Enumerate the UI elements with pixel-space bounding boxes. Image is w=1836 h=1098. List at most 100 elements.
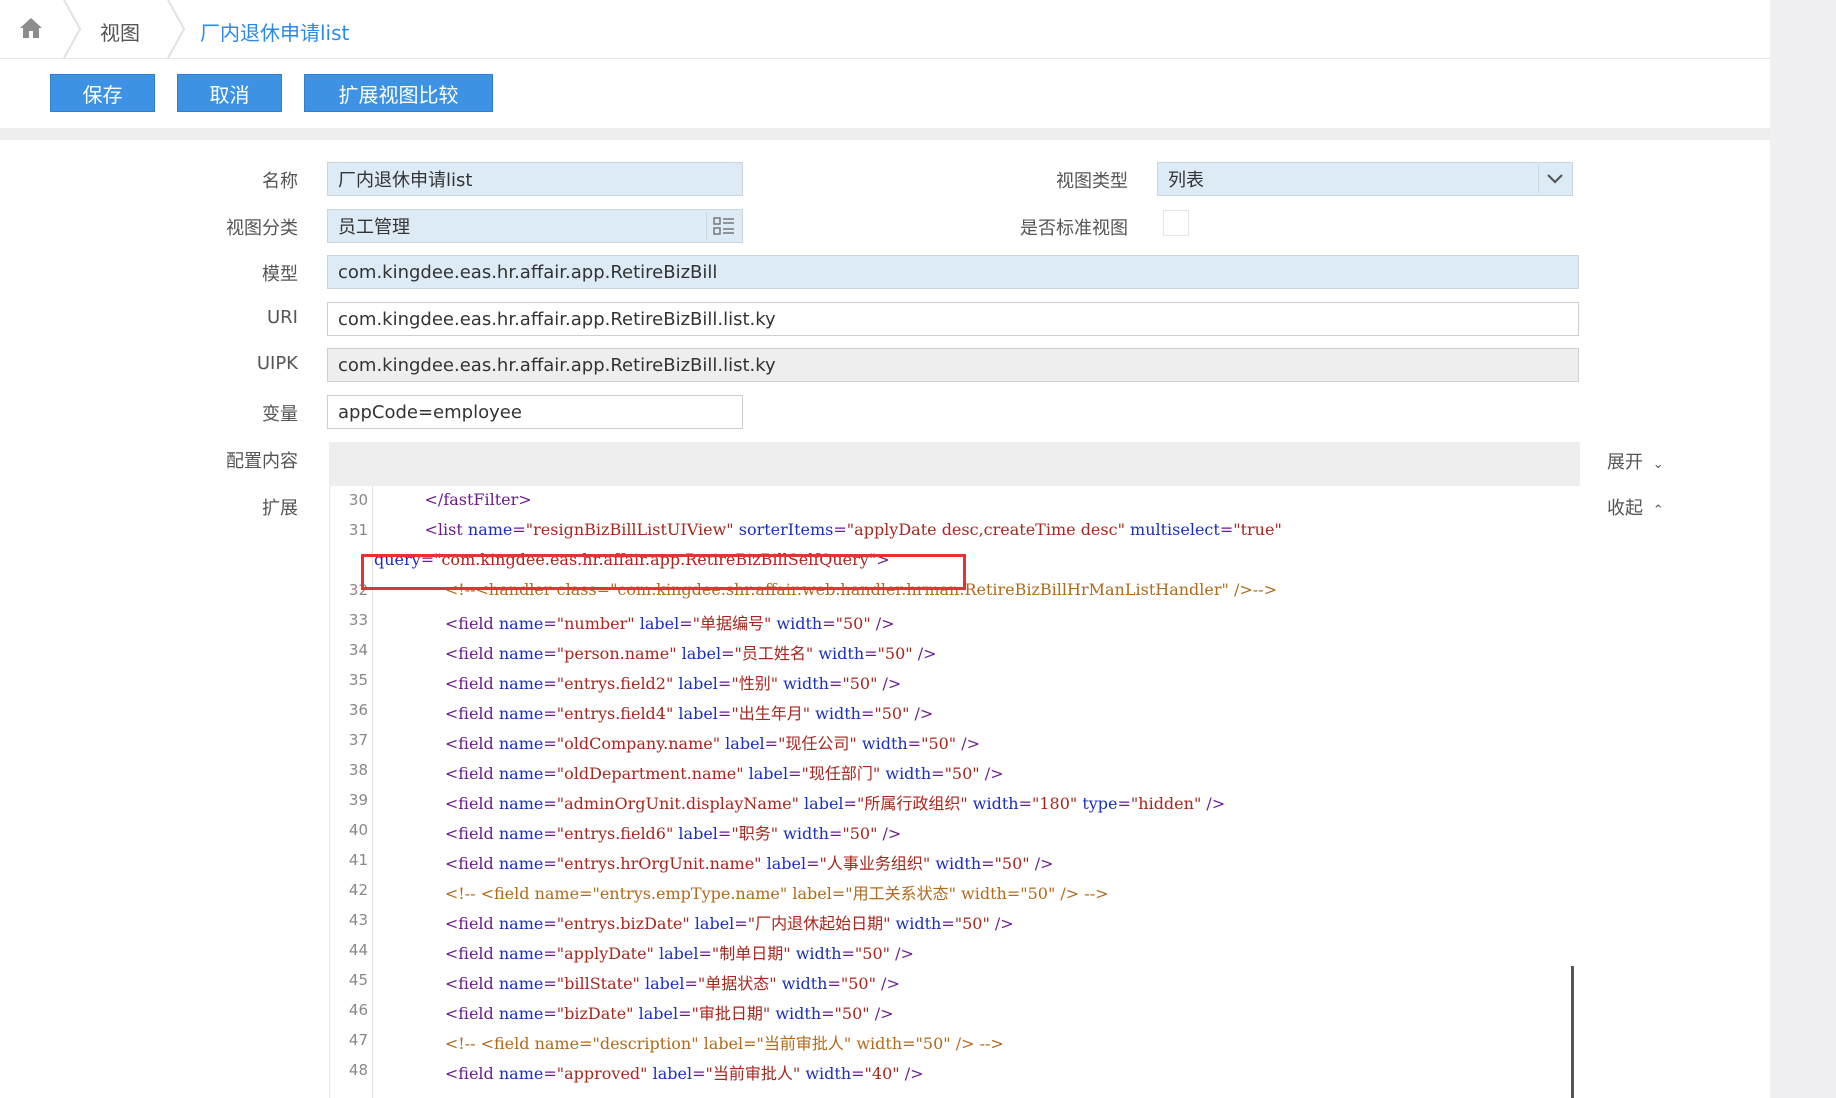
highlight-box bbox=[361, 554, 966, 590]
code-token: <field bbox=[444, 824, 499, 843]
code-token: "现任部门" bbox=[801, 764, 881, 783]
cancel-button[interactable]: 取消 bbox=[177, 74, 282, 112]
code-token: /> bbox=[899, 1064, 924, 1083]
line-number: 42 bbox=[348, 881, 368, 899]
code-token: = bbox=[543, 1064, 557, 1083]
code-token: <field bbox=[444, 674, 499, 693]
editor-scrollbar[interactable] bbox=[1571, 966, 1574, 1098]
line-number: 43 bbox=[348, 911, 368, 929]
code-line[interactable]: 36 <field name="entrys.field4" label="出生… bbox=[330, 696, 1581, 726]
model-field[interactable]: com.kingdee.eas.hr.affair.app.RetireBizB… bbox=[327, 255, 1579, 289]
code-token: label bbox=[653, 944, 699, 963]
code-token: /> bbox=[1029, 854, 1054, 873]
code-token: = bbox=[788, 764, 802, 783]
code-line[interactable]: 35 <field name="entrys.field2" label="性别… bbox=[330, 666, 1581, 696]
code-line[interactable]: 41 <field name="entrys.hrOrgUnit.name" l… bbox=[330, 846, 1581, 876]
code-line[interactable]: 37 <field name="oldCompany.name" label="… bbox=[330, 726, 1581, 756]
code-token: /> bbox=[979, 764, 1004, 783]
chevron-down-icon[interactable] bbox=[1538, 163, 1572, 195]
code-token: = bbox=[543, 974, 557, 993]
standard-view-checkbox[interactable] bbox=[1163, 210, 1189, 236]
code-token: "180" bbox=[1031, 794, 1078, 813]
code-token: label bbox=[720, 734, 765, 753]
code-token: "50" bbox=[842, 824, 878, 843]
code-text: <field name="person.name" label="员工姓名" w… bbox=[394, 640, 937, 664]
chevron-down-icon: ⌄ bbox=[1652, 457, 1664, 472]
breadcrumb-separator-icon bbox=[63, 0, 82, 58]
code-token: "entrys.field6" bbox=[556, 824, 674, 843]
code-line[interactable]: 34 <field name="person.name" label="员工姓名… bbox=[330, 636, 1581, 666]
code-token: = bbox=[717, 674, 732, 693]
code-token: label bbox=[634, 614, 680, 633]
code-token: /> bbox=[989, 914, 1014, 933]
code-line[interactable]: 42 <!-- <field name="entrys.empType.name… bbox=[330, 876, 1581, 906]
code-token: = bbox=[907, 734, 922, 753]
toolbar-divider bbox=[0, 128, 1770, 140]
code-token: "50" bbox=[874, 704, 910, 723]
code-token: "员工姓名" bbox=[734, 644, 814, 663]
code-token: = bbox=[717, 704, 732, 723]
breadcrumb-item-view[interactable]: 视图 bbox=[100, 17, 140, 46]
code-line[interactable]: 40 <field name="entrys.field6" label="职务… bbox=[330, 816, 1581, 846]
code-text: <field name="applyDate" label="制单日期" wid… bbox=[394, 940, 914, 964]
code-token: name bbox=[498, 974, 544, 993]
code-token: = bbox=[684, 974, 698, 993]
code-line[interactable]: 43 <field name="entrys.bizDate" label="厂… bbox=[330, 906, 1581, 936]
code-token: <field bbox=[444, 854, 499, 873]
code-token: label bbox=[673, 824, 718, 843]
home-icon[interactable] bbox=[18, 15, 44, 41]
right-margin-strip bbox=[1770, 0, 1836, 1098]
code-token: "applyDate desc,createTime desc" bbox=[846, 520, 1125, 539]
code-token: /> bbox=[912, 644, 937, 663]
code-line[interactable]: 45 <field name="billState" label="单据状态" … bbox=[330, 966, 1581, 996]
code-token: width bbox=[810, 704, 861, 723]
code-token: width bbox=[967, 794, 1019, 813]
code-text: <field name="number" label="单据编号" width=… bbox=[394, 610, 895, 634]
code-line[interactable]: 39 <field name="adminOrgUnit.displayName… bbox=[330, 786, 1581, 816]
category-field[interactable]: 员工管理 bbox=[327, 209, 743, 243]
code-text: <field name="oldCompany.name" label="现任公… bbox=[394, 730, 980, 754]
line-number: 48 bbox=[348, 1061, 368, 1079]
code-line[interactable]: 31 <list name="resignBizBillListUIView" … bbox=[330, 516, 1581, 546]
code-token: /> bbox=[877, 674, 902, 693]
code-token: /> bbox=[875, 974, 900, 993]
collapse-link[interactable]: 收起 ⌃ bbox=[1607, 494, 1664, 520]
code-token: "entrys.field4" bbox=[556, 704, 674, 723]
expand-link[interactable]: 展开 ⌄ bbox=[1607, 448, 1664, 474]
code-text: </fastFilter> bbox=[394, 490, 532, 509]
code-line[interactable]: 46 <field name="bizDate" label="审批日期" wi… bbox=[330, 996, 1581, 1026]
code-line[interactable]: 47 <!-- <field name="description" label=… bbox=[330, 1026, 1581, 1056]
code-token: name bbox=[467, 520, 513, 539]
save-button[interactable]: 保存 bbox=[50, 74, 155, 112]
code-token: "applyDate" bbox=[556, 944, 654, 963]
code-line[interactable]: 44 <field name="applyDate" label="制单日期" … bbox=[330, 936, 1581, 966]
code-token: name bbox=[498, 794, 544, 813]
code-line[interactable]: 38 <field name="oldDepartment.name" labe… bbox=[330, 756, 1581, 786]
name-field[interactable]: 厂内退休申请list bbox=[327, 162, 743, 196]
code-text: <field name="approved" label="当前审批人" wid… bbox=[394, 1060, 924, 1084]
config-content-area[interactable] bbox=[329, 442, 1580, 486]
code-token: "50" bbox=[994, 854, 1030, 873]
code-token: "entrys.bizDate" bbox=[556, 914, 690, 933]
code-token: = bbox=[1117, 794, 1131, 813]
code-token: "bizDate" bbox=[556, 1004, 634, 1023]
code-token: = bbox=[543, 1004, 557, 1023]
uri-field[interactable]: com.kingdee.eas.hr.affair.app.RetireBizB… bbox=[327, 302, 1579, 336]
code-line[interactable]: 48 <field name="approved" label="当前审批人" … bbox=[330, 1056, 1581, 1086]
line-number: 45 bbox=[348, 971, 368, 989]
variable-field[interactable]: appCode=employee bbox=[327, 395, 743, 429]
code-token: width bbox=[770, 1004, 822, 1023]
code-token: = bbox=[679, 614, 693, 633]
code-token: type bbox=[1077, 794, 1118, 813]
breadcrumb-item-current[interactable]: 厂内退休申请list bbox=[200, 17, 349, 46]
code-token: = bbox=[1219, 520, 1234, 539]
code-line[interactable]: 30 </fastFilter> bbox=[330, 486, 1581, 516]
list-picker-icon[interactable] bbox=[706, 210, 742, 242]
code-token: = bbox=[931, 764, 945, 783]
code-token: width bbox=[776, 974, 828, 993]
compare-extension-view-button[interactable]: 扩展视图比较 bbox=[304, 74, 493, 112]
code-line[interactable]: 33 <field name="number" label="单据编号" wid… bbox=[330, 606, 1581, 636]
code-text: <!-- <field name="entrys.empType.name" l… bbox=[394, 880, 1109, 904]
line-number: 46 bbox=[348, 1001, 368, 1019]
view-type-select[interactable]: 列表 bbox=[1157, 162, 1573, 196]
